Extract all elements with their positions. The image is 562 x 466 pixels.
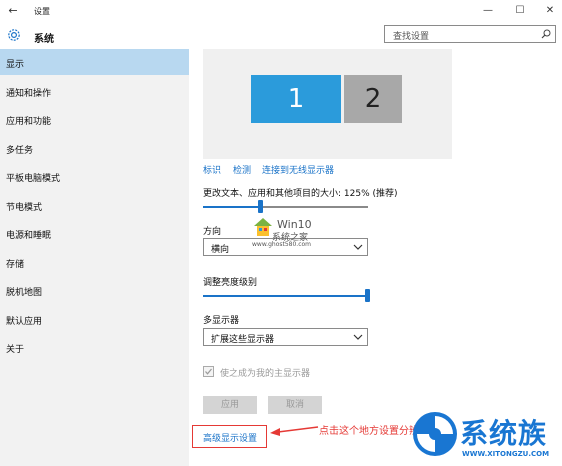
sidebar-item-notifications[interactable]: 通知和操作 xyxy=(0,78,189,104)
multi-display-label: 多显示器 xyxy=(203,316,240,326)
identify-link[interactable]: 标识 xyxy=(203,163,221,176)
chevron-down-icon xyxy=(353,333,363,341)
multi-display-select[interactable]: 扩展这些显示器 xyxy=(203,328,368,346)
section-title: 系统 xyxy=(34,34,54,45)
sidebar-item-label: 关于 xyxy=(6,345,25,355)
make-main-checkbox[interactable] xyxy=(203,366,214,377)
maximize-button[interactable]: ☐ xyxy=(506,2,534,20)
chevron-down-icon xyxy=(353,243,363,251)
sidebar-item-display[interactable]: 显示 xyxy=(0,49,189,75)
sidebar-item-default-apps[interactable]: 默认应用 xyxy=(0,306,189,332)
monitor-1[interactable]: 1 xyxy=(251,75,341,123)
apply-button[interactable]: 应用 xyxy=(203,396,257,414)
sidebar-item-tablet-mode[interactable]: 平板电脑模式 xyxy=(0,163,189,189)
brand-logo-url: WWW.XITONGZU.COM xyxy=(462,450,550,458)
brightness-slider-fill xyxy=(203,295,368,297)
sidebar-item-label: 应用和功能 xyxy=(6,117,52,127)
sidebar-item-label: 显示 xyxy=(6,60,25,70)
sidebar-item-label: 脱机地图 xyxy=(6,288,43,298)
brightness-label: 调整亮度级别 xyxy=(203,278,258,288)
cancel-button[interactable]: 取消 xyxy=(268,396,322,414)
gear-icon xyxy=(6,27,22,43)
title-bar: ← 设置 — ☐ ✕ xyxy=(0,0,562,22)
detect-link[interactable]: 检测 xyxy=(233,163,251,176)
annotation-arrow xyxy=(270,426,319,436)
sidebar-item-power-sleep[interactable]: 电源和睡眠 xyxy=(0,220,189,246)
sidebar-item-about[interactable]: 关于 xyxy=(0,334,189,360)
sidebar-item-battery-saver[interactable]: 节电模式 xyxy=(0,192,189,218)
sidebar-item-label: 多任务 xyxy=(6,146,34,156)
scale-label: 更改文本、应用和其他项目的大小: 125% (推荐) xyxy=(203,189,398,199)
search-icon xyxy=(540,28,552,40)
brightness-slider-thumb[interactable] xyxy=(365,289,370,302)
sidebar: 显示 通知和操作 应用和功能 多任务 平板电脑模式 节电模式 电源和睡眠 存储 … xyxy=(0,49,189,466)
brand-logo-icon xyxy=(411,410,459,461)
minimize-button[interactable]: — xyxy=(474,2,502,20)
wireless-display-link[interactable]: 连接到无线显示器 xyxy=(262,163,334,176)
sidebar-item-label: 默认应用 xyxy=(6,317,43,327)
search-placeholder: 查找设置 xyxy=(393,32,430,42)
search-input[interactable]: 查找设置 xyxy=(384,25,556,43)
scale-slider-thumb[interactable] xyxy=(258,200,263,213)
sidebar-item-apps[interactable]: 应用和功能 xyxy=(0,106,189,132)
multi-display-value: 扩展这些显示器 xyxy=(211,335,275,345)
sidebar-item-label: 平板电脑模式 xyxy=(6,174,61,184)
win10-watermark-url: www.ghost580.com xyxy=(252,241,312,248)
back-button[interactable]: ← xyxy=(4,2,22,20)
win10-watermark-logo xyxy=(253,217,273,240)
advanced-display-settings-link[interactable]: 高级显示设置 xyxy=(203,431,257,444)
sidebar-item-storage[interactable]: 存储 xyxy=(0,249,189,275)
sidebar-item-offline-maps[interactable]: 脱机地图 xyxy=(0,277,189,303)
brand-logo-name: 系统族 xyxy=(460,417,548,450)
sidebar-item-multitasking[interactable]: 多任务 xyxy=(0,135,189,161)
orientation-value: 横向 xyxy=(211,245,230,255)
scale-slider-fill xyxy=(203,206,261,208)
close-button[interactable]: ✕ xyxy=(536,2,562,20)
window-title: 设置 xyxy=(34,7,50,16)
orientation-label: 方向 xyxy=(203,227,222,237)
make-main-label: 使之成为我的主显示器 xyxy=(220,369,311,379)
sidebar-item-label: 节电模式 xyxy=(6,203,43,213)
sidebar-item-label: 电源和睡眠 xyxy=(6,231,52,241)
monitor-2[interactable]: 2 xyxy=(344,75,402,123)
sidebar-item-label: 通知和操作 xyxy=(6,89,52,99)
sidebar-item-label: 存储 xyxy=(6,260,25,270)
